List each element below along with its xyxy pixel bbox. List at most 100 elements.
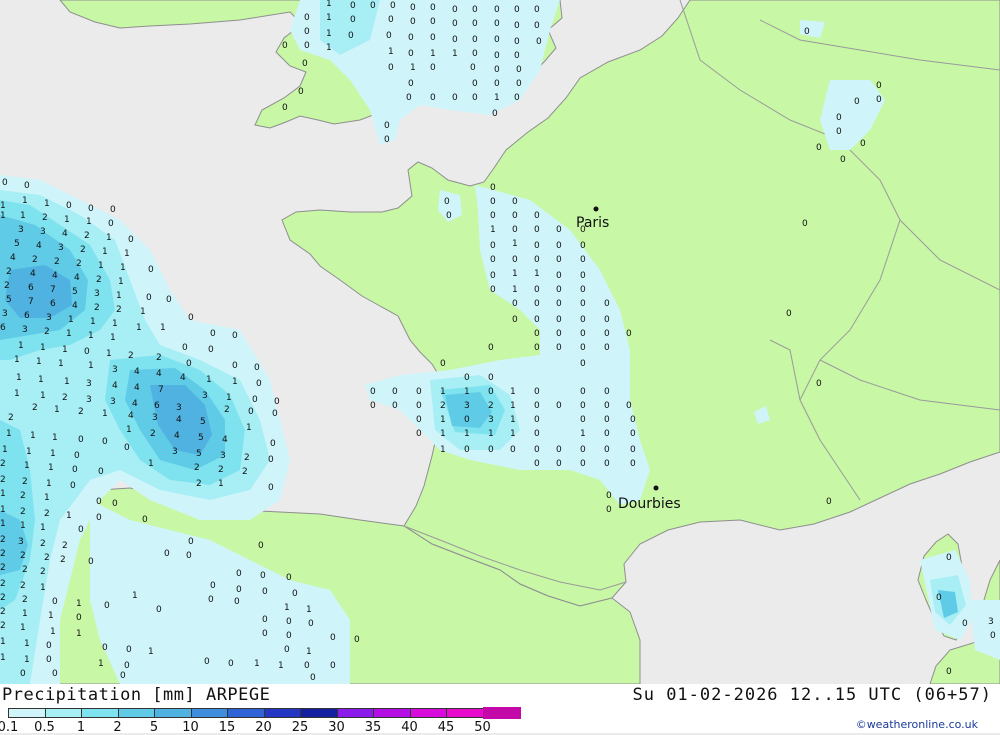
svg-text:0: 0 (452, 35, 458, 45)
svg-text:6: 6 (50, 299, 56, 309)
svg-text:0: 0 (472, 49, 478, 59)
legend-labels: 0.1 0.5 1 2 5 10 15 20 25 30 35 40 45 50 (0, 720, 560, 735)
legend-swatch (117, 708, 155, 718)
svg-text:1: 1 (66, 511, 72, 521)
svg-text:0: 0 (534, 285, 540, 295)
svg-text:0: 0 (286, 617, 292, 627)
svg-text:1: 1 (232, 377, 238, 387)
svg-text:0: 0 (534, 5, 540, 15)
svg-text:0: 0 (494, 51, 500, 61)
svg-text:0: 0 (210, 329, 216, 339)
svg-text:1: 1 (24, 655, 30, 665)
svg-text:1: 1 (0, 201, 6, 211)
svg-text:1: 1 (306, 647, 312, 657)
svg-text:1: 1 (440, 429, 446, 439)
svg-text:1: 1 (76, 599, 82, 609)
svg-text:0: 0 (348, 31, 354, 41)
svg-text:1: 1 (246, 423, 252, 433)
svg-text:0: 0 (408, 49, 414, 59)
svg-text:3: 3 (46, 313, 52, 323)
svg-text:0: 0 (490, 241, 496, 251)
svg-text:0: 0 (252, 395, 258, 405)
svg-text:0: 0 (534, 315, 540, 325)
svg-text:0: 0 (166, 295, 172, 305)
svg-text:1: 1 (22, 196, 28, 206)
svg-text:2: 2 (44, 327, 50, 337)
svg-text:0: 0 (186, 359, 192, 369)
svg-text:0: 0 (556, 225, 562, 235)
svg-text:0: 0 (102, 643, 108, 653)
svg-text:2: 2 (242, 467, 248, 477)
svg-text:1: 1 (278, 661, 284, 671)
svg-text:0: 0 (78, 435, 84, 445)
credit-link[interactable]: ©weatheronline.co.uk (856, 718, 978, 731)
svg-text:0: 0 (464, 373, 470, 383)
svg-text:1: 1 (452, 49, 458, 59)
svg-text:0: 0 (512, 315, 518, 325)
svg-text:0: 0 (556, 241, 562, 251)
svg-text:0: 0 (262, 587, 268, 597)
svg-text:0: 0 (142, 515, 148, 525)
svg-text:0: 0 (516, 79, 522, 89)
svg-text:0: 0 (308, 619, 314, 629)
svg-text:2: 2 (22, 477, 28, 487)
svg-text:0: 0 (248, 407, 254, 417)
svg-text:4: 4 (180, 373, 186, 383)
svg-text:0: 0 (66, 201, 72, 211)
svg-text:0: 0 (630, 445, 636, 455)
svg-text:0: 0 (304, 661, 310, 671)
svg-text:3: 3 (464, 401, 470, 411)
svg-text:4: 4 (36, 241, 42, 251)
svg-text:0: 0 (390, 1, 396, 11)
svg-text:0: 0 (556, 315, 562, 325)
svg-text:0: 0 (630, 459, 636, 469)
svg-text:2: 2 (22, 595, 28, 605)
svg-text:6: 6 (154, 401, 160, 411)
city-marker (653, 485, 659, 491)
svg-text:2: 2 (96, 275, 102, 285)
svg-text:0: 0 (534, 299, 540, 309)
svg-text:0: 0 (534, 343, 540, 353)
svg-text:0: 0 (604, 329, 610, 339)
svg-text:7: 7 (158, 385, 164, 395)
svg-text:0: 0 (464, 415, 470, 425)
svg-text:6: 6 (0, 323, 6, 333)
svg-text:3: 3 (172, 447, 178, 457)
svg-text:5: 5 (72, 287, 78, 297)
svg-text:0: 0 (268, 455, 274, 465)
svg-text:1: 1 (124, 249, 130, 259)
svg-text:1: 1 (120, 263, 126, 273)
svg-text:0: 0 (148, 265, 154, 275)
svg-text:0: 0 (514, 21, 520, 31)
svg-text:2: 2 (4, 281, 10, 291)
svg-text:0: 0 (472, 19, 478, 29)
legend-swatch (482, 707, 521, 719)
svg-text:1: 1 (410, 63, 416, 73)
svg-text:2: 2 (20, 581, 26, 591)
svg-text:2: 2 (116, 305, 122, 315)
svg-text:3: 3 (40, 227, 46, 237)
svg-text:1: 1 (510, 415, 516, 425)
svg-text:1: 1 (22, 609, 28, 619)
svg-text:0: 0 (370, 387, 376, 397)
svg-text:0: 0 (604, 415, 610, 425)
svg-text:1: 1 (0, 489, 6, 499)
svg-text:1: 1 (326, 43, 332, 53)
svg-text:2: 2 (150, 429, 156, 439)
svg-text:0: 0 (330, 661, 336, 671)
svg-text:0: 0 (370, 401, 376, 411)
svg-text:0: 0 (490, 197, 496, 207)
svg-text:0: 0 (430, 33, 436, 43)
svg-text:0: 0 (580, 329, 586, 339)
svg-text:1: 1 (254, 659, 260, 669)
svg-text:0: 0 (556, 459, 562, 469)
svg-text:1: 1 (284, 603, 290, 613)
svg-text:0: 0 (78, 525, 84, 535)
svg-text:0: 0 (512, 211, 518, 221)
svg-text:0: 0 (430, 3, 436, 13)
legend-swatch (81, 708, 119, 718)
svg-text:0: 0 (258, 541, 264, 551)
svg-text:0: 0 (626, 401, 632, 411)
svg-text:2: 2 (54, 257, 60, 267)
svg-text:0: 0 (488, 373, 494, 383)
